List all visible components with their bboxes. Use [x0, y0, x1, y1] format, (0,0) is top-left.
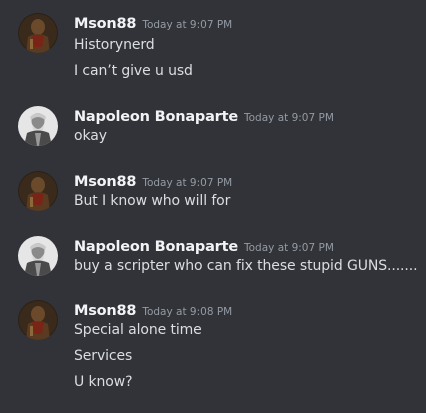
timestamp: Today at 9:07 PM	[142, 19, 233, 31]
timestamp: Today at 9:07 PM	[244, 112, 334, 124]
message-text: Services	[74, 348, 133, 364]
message-header: Mson88 Today at 9:07 PM	[74, 171, 232, 191]
mson88-avatar[interactable]	[18, 300, 58, 340]
message-group: Mson88 Today at 9:08 PM Special alone tim…	[0, 300, 426, 396]
author-name[interactable]: Napoleon Bonaparte	[74, 109, 238, 125]
mson88-avatar[interactable]	[18, 13, 58, 53]
message-group: Napoleon Bonaparte Today at 9:07 PM okay	[0, 106, 426, 150]
mson88-avatar[interactable]	[18, 171, 58, 211]
napoleon-avatar[interactable]	[18, 236, 58, 276]
author-name[interactable]: Mson88	[74, 174, 137, 190]
message-header: Napoleon Bonaparte Today at 9:07 PM	[74, 106, 334, 126]
message-text: U know?	[74, 374, 133, 390]
message-header: Mson88 Today at 9:07 PM	[74, 13, 232, 33]
timestamp: Today at 9:07 PM	[142, 177, 233, 189]
author-name[interactable]: Mson88	[74, 303, 137, 319]
message-group: Mson88 Today at 9:07 PM But I know who wi…	[0, 171, 426, 215]
timestamp: Today at 9:08 PM	[142, 306, 233, 318]
message-text: I can’t give u usd	[74, 63, 193, 79]
message-header: Mson88 Today at 9:08 PM	[74, 300, 232, 320]
message-header: Napoleon Bonaparte Today at 9:07 PM	[74, 236, 334, 256]
message-text: Historynerd	[74, 37, 155, 53]
message-text: buy a scripter who can fix these stupid …	[74, 258, 418, 274]
author-name[interactable]: Napoleon Bonaparte	[74, 239, 238, 255]
message-feed: Mson88 Today at 9:07 PM Historynerd I can…	[0, 0, 426, 413]
message-group: Napoleon Bonaparte Today at 9:07 PM buy a…	[0, 236, 426, 280]
timestamp: Today at 9:07 PM	[244, 242, 334, 254]
author-name[interactable]: Mson88	[74, 16, 137, 32]
napoleon-avatar[interactable]	[18, 106, 58, 146]
message-group: Mson88 Today at 9:07 PM Historynerd I can…	[0, 13, 426, 83]
message-text: okay	[74, 128, 107, 144]
message-text: Special alone time	[74, 322, 202, 338]
message-text: But I know who will for	[74, 193, 231, 209]
